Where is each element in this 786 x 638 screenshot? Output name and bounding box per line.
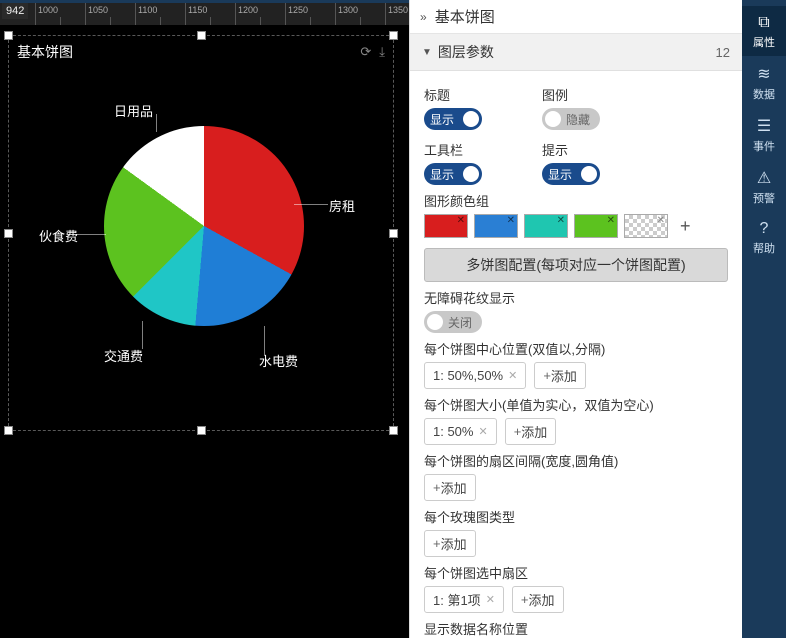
label-title: 标题 xyxy=(424,85,482,104)
add-gap-button[interactable]: 添加 xyxy=(424,474,476,501)
toggle-pattern[interactable]: 关闭 xyxy=(424,311,482,333)
label-color-group: 图形颜色组 xyxy=(424,191,728,210)
design-canvas[interactable]: 942 1000 1050 1100 1150 1200 1250 1300 1… xyxy=(0,0,409,638)
center-tag[interactable]: 1: 50%,50%✕ xyxy=(424,362,526,389)
chevron-down-icon: ▼ xyxy=(422,47,432,58)
slice-label: 伙食费 xyxy=(39,226,78,245)
add-size-button[interactable]: 添加 xyxy=(505,418,557,445)
widget-title: 基本饼图 xyxy=(17,42,73,62)
resize-handle[interactable] xyxy=(4,31,13,40)
accordion-layer-params[interactable]: ▼ 图层参数 12 xyxy=(410,34,742,71)
layout-icon: ⧉ xyxy=(742,14,786,32)
color-swatch[interactable]: ✕ xyxy=(574,214,618,238)
download-icon[interactable]: ⤓ xyxy=(379,44,385,60)
param-count: 12 xyxy=(716,45,730,60)
resize-handle[interactable] xyxy=(389,426,398,435)
slice-label: 交通费 xyxy=(104,346,143,365)
slice-label: 日用品 xyxy=(114,101,153,120)
label-gap: 每个饼图的扇区间隔(宽度,圆角值) xyxy=(424,451,728,470)
slice-label: 房租 xyxy=(329,196,355,215)
rail-tab-data[interactable]: ≋数据 xyxy=(742,56,786,108)
label-pattern: 无障碍花纹显示 xyxy=(424,288,728,307)
alert-icon: ⚠ xyxy=(742,168,786,188)
horizontal-ruler: 942 1000 1050 1100 1150 1200 1250 1300 1… xyxy=(0,3,409,26)
pie-chart-widget[interactable]: 基本饼图 ⟳ ⤓ 房租 水电费 交通费 伙食费 日用品 xyxy=(8,35,394,431)
pie-chart: 房租 水电费 交通费 伙食费 日用品 xyxy=(94,116,314,336)
multi-pie-config-button[interactable]: 多饼图配置(每项对应一个饼图配置) xyxy=(424,248,728,282)
add-color-button[interactable]: + xyxy=(674,216,697,237)
label-legend: 图例 xyxy=(542,85,600,104)
label-toolbar: 工具栏 xyxy=(424,140,482,159)
selected-tag[interactable]: 1: 第1项✕ xyxy=(424,586,504,613)
properties-panel: » 基本饼图 ▼ 图层参数 12 标题 显示 图例 隐藏 工具栏 xyxy=(409,0,742,638)
label-rose: 每个玫瑰图类型 xyxy=(424,507,728,526)
resize-handle[interactable] xyxy=(197,31,206,40)
toggle-legend[interactable]: 隐藏 xyxy=(542,108,600,130)
right-rail: ⧉属性 ≋数据 ☰事件 ⚠预警 ?帮助 xyxy=(742,0,786,638)
color-swatch[interactable]: ✕ xyxy=(524,214,568,238)
add-selected-button[interactable]: 添加 xyxy=(512,586,564,613)
rail-tab-alerts[interactable]: ⚠预警 xyxy=(742,160,786,212)
rail-tab-props[interactable]: ⧉属性 xyxy=(742,6,786,56)
toggle-toolbar[interactable]: 显示 xyxy=(424,163,482,185)
close-icon: ✕ xyxy=(657,215,665,226)
close-icon: ✕ xyxy=(478,425,487,438)
refresh-icon[interactable]: ⟳ xyxy=(360,44,371,60)
color-swatch[interactable]: ✕ xyxy=(424,214,468,238)
close-icon: ✕ xyxy=(486,593,495,606)
add-center-button[interactable]: 添加 xyxy=(534,362,586,389)
resize-handle[interactable] xyxy=(4,229,13,238)
toggle-title[interactable]: 显示 xyxy=(424,108,482,130)
close-icon: ✕ xyxy=(507,215,515,226)
color-swatch-row: ✕ ✕ ✕ ✕ ✕ + xyxy=(424,214,728,238)
color-swatch[interactable]: ✕ xyxy=(624,214,668,238)
close-icon: ✕ xyxy=(607,215,615,226)
color-swatch[interactable]: ✕ xyxy=(474,214,518,238)
close-icon: ✕ xyxy=(457,215,465,226)
close-icon: ✕ xyxy=(557,215,565,226)
label-labelpos: 显示数据名称位置 xyxy=(424,619,728,638)
resize-handle[interactable] xyxy=(389,229,398,238)
label-selected: 每个饼图选中扇区 xyxy=(424,563,728,582)
close-icon: ✕ xyxy=(508,369,517,382)
size-tag[interactable]: 1: 50%✕ xyxy=(424,418,497,445)
resize-handle[interactable] xyxy=(389,31,398,40)
panel-title: 基本饼图 xyxy=(435,6,495,27)
help-icon: ? xyxy=(742,220,786,238)
resize-handle[interactable] xyxy=(197,426,206,435)
rail-tab-help[interactable]: ?帮助 xyxy=(742,212,786,262)
label-size: 每个饼图大小(单值为实心，双值为空心) xyxy=(424,395,728,414)
label-tooltip: 提示 xyxy=(542,140,600,159)
label-center: 每个饼图中心位置(双值以,分隔) xyxy=(424,339,728,358)
database-icon: ≋ xyxy=(742,64,786,84)
list-icon: ☰ xyxy=(742,116,786,136)
rail-tab-events[interactable]: ☰事件 xyxy=(742,108,786,160)
collapse-panel-icon[interactable]: » xyxy=(420,10,427,24)
add-rose-button[interactable]: 添加 xyxy=(424,530,476,557)
toggle-tooltip[interactable]: 显示 xyxy=(542,163,600,185)
resize-handle[interactable] xyxy=(4,426,13,435)
